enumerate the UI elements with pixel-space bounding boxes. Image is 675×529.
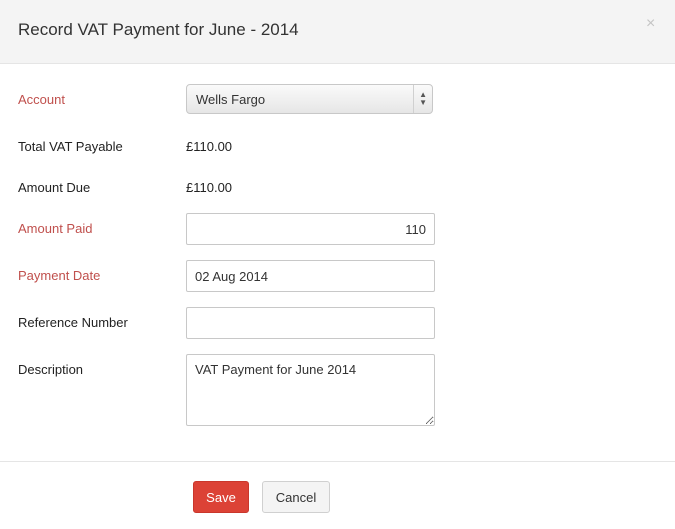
payment-date-input[interactable] xyxy=(186,260,435,292)
dialog-title: Record VAT Payment for June - 2014 xyxy=(18,20,299,39)
select-divider xyxy=(413,85,414,113)
reference-number-label: Reference Number xyxy=(18,315,128,330)
payment-date-label: Payment Date xyxy=(18,268,101,283)
description-textarea[interactable]: VAT Payment for June 2014 xyxy=(186,354,435,426)
description-label: Description xyxy=(18,362,84,377)
dialog-header: Record VAT Payment for June - 2014 × xyxy=(0,0,675,64)
footer-divider xyxy=(0,461,675,462)
cancel-button[interactable]: Cancel xyxy=(262,481,330,513)
reference-number-input[interactable] xyxy=(186,307,435,339)
account-label: Account xyxy=(18,92,65,107)
amount-paid-label: Amount Paid xyxy=(18,221,93,236)
amount-due-label: Amount Due xyxy=(18,180,91,195)
account-select[interactable]: Wells Fargo ▲ ▼ xyxy=(186,84,433,114)
total-vat-payable-label: Total VAT Payable xyxy=(18,139,123,154)
account-selected-value: Wells Fargo xyxy=(196,92,266,107)
up-down-arrows-icon: ▲ ▼ xyxy=(419,90,427,107)
amount-paid-input[interactable] xyxy=(186,213,435,245)
close-icon[interactable]: × xyxy=(646,16,655,32)
amount-due-value: £110.00 xyxy=(186,180,233,195)
save-button[interactable]: Save xyxy=(193,481,249,513)
total-vat-payable-value: £110.00 xyxy=(186,139,233,154)
